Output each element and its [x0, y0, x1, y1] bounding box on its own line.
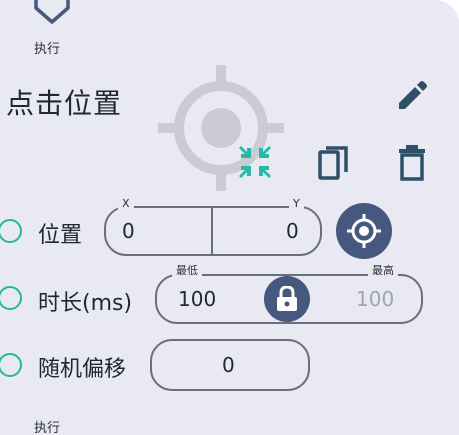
bottom-action-label: 执行	[34, 421, 61, 435]
max-duration-input[interactable]: 100	[356, 287, 394, 311]
pencil-icon[interactable]	[395, 78, 429, 112]
duration-radio[interactable]	[0, 286, 22, 310]
duration-label: 时长(ms)	[38, 291, 133, 316]
crosshair-target-icon	[347, 214, 381, 248]
position-radio[interactable]	[0, 219, 22, 243]
min-label: 最低	[172, 265, 202, 277]
collapse-arrows-icon[interactable]	[237, 144, 273, 180]
min-duration-input[interactable]: 100	[178, 287, 216, 311]
offset-radio[interactable]	[0, 353, 22, 377]
x-label: X	[118, 198, 134, 210]
position-divider	[211, 206, 213, 256]
copy-icon[interactable]	[316, 144, 350, 182]
lock-toggle-button[interactable]	[264, 276, 310, 322]
y-input[interactable]: 0	[286, 219, 299, 243]
page-title: 点击位置	[6, 87, 123, 120]
top-action-label: 执行	[34, 42, 61, 57]
max-label: 最高	[368, 265, 398, 277]
shield-icon[interactable]	[32, 0, 72, 30]
offset-label: 随机偏移	[38, 357, 127, 382]
pick-position-button[interactable]	[336, 203, 392, 259]
trash-icon[interactable]	[395, 143, 429, 183]
position-label: 位置	[38, 223, 83, 248]
lock-icon	[277, 286, 297, 311]
x-input[interactable]: 0	[122, 219, 135, 243]
offset-input[interactable]: 0	[222, 353, 235, 377]
y-label: Y	[289, 198, 304, 210]
click-position-panel: 执行 点击位置 位置 X Y 0 0 时长(ms) 最低 最高 100 100 …	[0, 0, 459, 435]
